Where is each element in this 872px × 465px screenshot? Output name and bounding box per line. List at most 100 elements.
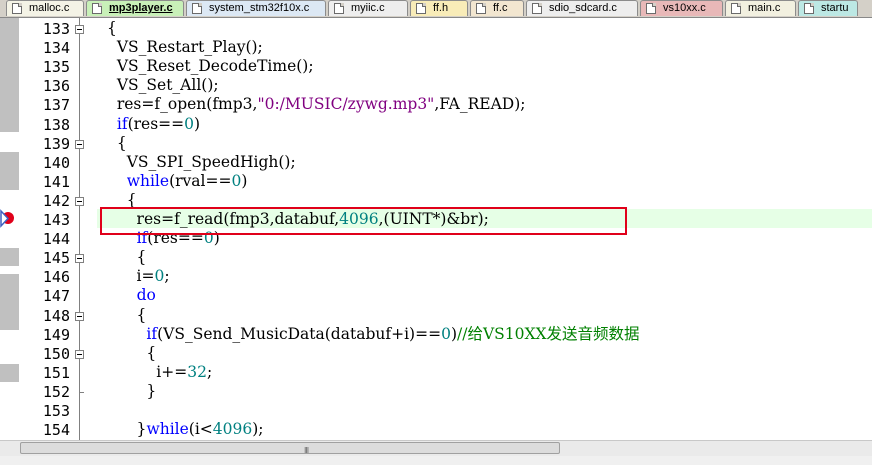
- code-text: ,FA_READ);: [434, 95, 526, 114]
- code-line[interactable]: if(res==0): [107, 115, 200, 134]
- code-keyword: if: [146, 324, 158, 343]
- file-tab-label: sdio_sdcard.c: [549, 2, 617, 14]
- status-strip: [0, 456, 872, 465]
- code-number: 0: [184, 114, 194, 133]
- file-icon: [532, 3, 542, 14]
- line-number: 154: [42, 421, 70, 440]
- file-tab-label: ff.h: [433, 2, 449, 14]
- code-keyword: if: [116, 114, 128, 133]
- code-text: VS_Set_All();: [107, 76, 219, 95]
- code-text: {: [107, 305, 147, 324]
- scrollbar-grip-icon: III: [304, 446, 309, 455]
- breakpoint-gutter[interactable]: [0, 18, 20, 440]
- file-tab[interactable]: ff.h: [410, 0, 468, 16]
- code-line[interactable]: VS_Reset_DecodeTime();: [107, 57, 314, 76]
- file-tab[interactable]: main.c: [725, 0, 796, 16]
- code-keyword: while: [126, 171, 170, 190]
- line-number: 151: [42, 363, 70, 382]
- line-number: 136: [42, 77, 70, 96]
- line-number: 147: [42, 287, 70, 306]
- file-tab[interactable]: mp3player.c: [86, 0, 184, 16]
- code-string: "0:/MUSIC/zywg.mp3": [257, 95, 435, 114]
- code-text: );: [252, 420, 264, 439]
- code-line[interactable]: {: [107, 19, 117, 38]
- line-number: 138: [42, 115, 70, 134]
- code-text: VS_Restart_Play();: [107, 38, 263, 57]
- file-icon: [731, 3, 741, 14]
- code-line[interactable]: }: [107, 382, 156, 401]
- fold-toggle-icon[interactable]: [75, 25, 84, 34]
- fold-toggle-icon[interactable]: [75, 254, 84, 264]
- file-icon: [12, 3, 22, 14]
- code-text: i=: [107, 267, 155, 286]
- code-line[interactable]: while(rval==0): [107, 171, 248, 191]
- file-tab-label: system_stm32f10x.c: [209, 2, 310, 14]
- file-tab[interactable]: vs10xx.c: [640, 0, 723, 16]
- code-number: 0: [441, 324, 451, 343]
- fold-toggle-icon[interactable]: [75, 196, 84, 206]
- file-tab[interactable]: startu: [798, 0, 858, 16]
- code-keyword: do: [136, 286, 156, 305]
- code-text: (res==: [127, 114, 185, 133]
- code-line[interactable]: {: [107, 248, 147, 267]
- file-tab[interactable]: myiic.c: [328, 0, 408, 16]
- code-line[interactable]: i+=32;: [107, 363, 212, 382]
- code-text: ): [241, 171, 248, 190]
- file-icon: [192, 3, 202, 14]
- file-icon: [334, 3, 344, 14]
- file-tab[interactable]: system_stm32f10x.c: [186, 0, 326, 16]
- file-tab-bar: malloc.c mp3player.c system_stm32f10x.c myi…: [0, 0, 872, 18]
- code-line[interactable]: res=f_open(fmp3,"0:/MUSIC/zywg.mp3",FA_R…: [107, 95, 526, 114]
- horizontal-scrollbar[interactable]: III: [0, 440, 872, 456]
- gutter-change-mark: [0, 18, 19, 132]
- code-text: {: [107, 19, 117, 37]
- line-number: 146: [42, 268, 70, 287]
- code-number: 0: [154, 267, 165, 286]
- line-number-column: 133 134 135 136 137 138 139 140 141 142 143 144 145 1…: [20, 18, 72, 440]
- fold-guide-line: [79, 18, 80, 440]
- gutter-change-mark: [0, 274, 19, 330]
- file-tab-label: startu: [821, 2, 849, 14]
- file-icon: [92, 3, 102, 14]
- file-tab-label: main.c: [748, 2, 781, 14]
- code-text: {: [107, 248, 147, 267]
- line-number: 141: [42, 172, 70, 191]
- code-line[interactable]: VS_Restart_Play();: [107, 38, 263, 57]
- code-line[interactable]: VS_SPI_SpeedHigh();: [107, 153, 296, 172]
- file-tab[interactable]: ff.c: [470, 0, 524, 16]
- code-keyword: while: [146, 420, 189, 439]
- code-text: ;: [164, 267, 170, 286]
- code-number: 0: [231, 171, 242, 190]
- code-text: (rval==: [169, 171, 232, 190]
- code-line[interactable]: VS_Set_All();: [107, 76, 219, 95]
- code-line[interactable]: }while(i<4096);: [107, 420, 264, 439]
- line-number: 148: [42, 306, 70, 325]
- file-tab-label: ff.c: [493, 2, 508, 14]
- line-number: 153: [42, 402, 70, 420]
- code-line[interactable]: {: [107, 344, 156, 363]
- file-tab[interactable]: sdio_sdcard.c: [526, 0, 638, 16]
- code-line[interactable]: do: [107, 286, 156, 305]
- file-tab[interactable]: malloc.c: [6, 0, 84, 16]
- fold-toggle-icon[interactable]: [75, 349, 84, 359]
- gutter-change-mark: [0, 364, 19, 382]
- fold-toggle-icon[interactable]: [75, 311, 84, 321]
- fold-toggle-icon[interactable]: [75, 139, 84, 149]
- code-line[interactable]: i=0;: [107, 267, 170, 286]
- code-line[interactable]: {: [107, 134, 127, 153]
- line-number: 139: [42, 134, 70, 153]
- code-text: }: [107, 420, 147, 439]
- fold-end-tick: [79, 391, 84, 393]
- execution-pointer-icon: [0, 209, 14, 228]
- file-icon: [476, 3, 486, 14]
- code-line[interactable]: if(VS_Send_MusicData(databuf+i)==0)//给VS…: [107, 324, 639, 344]
- code-text: res=f_open(fmp3,: [107, 95, 258, 114]
- scrollbar-thumb[interactable]: III: [20, 442, 560, 455]
- code-text: (VS_Send_MusicData(databuf+i)==: [157, 324, 442, 343]
- code-text: {: [107, 343, 157, 362]
- code-line[interactable]: {: [107, 305, 147, 325]
- gutter-change-mark: [0, 152, 19, 190]
